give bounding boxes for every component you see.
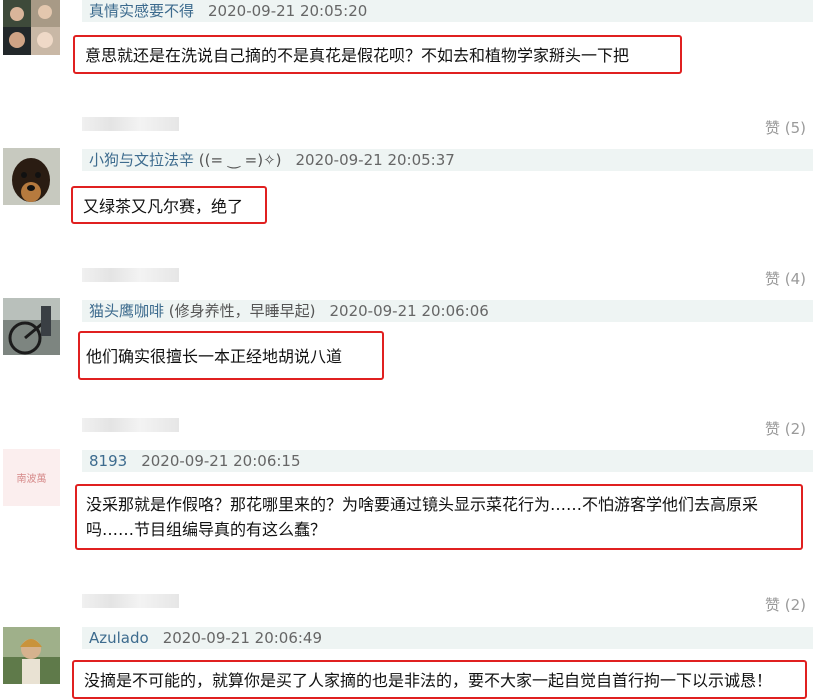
timestamp: 2020-09-21 20:05:37 bbox=[295, 151, 455, 169]
like-button[interactable]: 赞 (2) bbox=[765, 418, 806, 439]
comment-text-box: 他们确实很擅长一本正经地胡说八道 bbox=[78, 331, 384, 380]
blurred-username bbox=[82, 268, 179, 282]
comment-text-box: 没摘是不可能的，就算你是买了人家摘的也是非法的，要不大家一起自觉自首行拘一下以示… bbox=[72, 660, 807, 699]
timestamp: 2020-09-21 20:06:15 bbox=[141, 452, 301, 470]
timestamp: 2020-09-21 20:05:20 bbox=[208, 2, 368, 20]
comment-meta: 8193 2020-09-21 20:06:15 bbox=[82, 450, 813, 472]
avatar[interactable] bbox=[3, 627, 60, 684]
username-link[interactable]: 猫头鹰咖啡 bbox=[82, 302, 164, 320]
username-link[interactable]: Azulado bbox=[82, 629, 149, 647]
comment-text-box: 没采那就是作假咯？那花哪里来的？为啥要通过镜头显示菜花行为……不怕游客学他们去高… bbox=[75, 484, 803, 550]
avatar-text: 南波萬 bbox=[16, 474, 47, 485]
like-button[interactable]: 赞 (4) bbox=[765, 268, 806, 289]
like-button[interactable]: 赞 (2) bbox=[765, 594, 806, 615]
comment-meta: 猫头鹰咖啡 (修身养性，早睡早起) 2020-09-21 20:06:06 bbox=[82, 300, 813, 322]
comment-text-box: 又绿茶又凡尔赛，绝了 bbox=[71, 186, 267, 224]
comment-text: 没采那就是作假咯？那花哪里来的？为啥要通过镜头显示菜花行为……不怕游客学他们去高… bbox=[86, 495, 759, 539]
blurred-username bbox=[82, 594, 179, 608]
user-bio: ((= ‿ =)✧) bbox=[194, 151, 282, 169]
avatar[interactable] bbox=[3, 148, 60, 205]
blurred-username bbox=[82, 117, 179, 131]
user-bio: (修身养性，早睡早起) bbox=[164, 302, 316, 320]
comment-text: 没摘是不可能的，就算你是买了人家摘的也是非法的，要不大家一起自觉自首行拘一下以示… bbox=[84, 671, 773, 690]
comment-text: 他们确实很擅长一本正经地胡说八道 bbox=[86, 347, 343, 366]
blurred-username bbox=[82, 418, 179, 432]
username-link[interactable]: 8193 bbox=[82, 452, 127, 470]
like-button[interactable]: 赞 (5) bbox=[765, 117, 806, 138]
timestamp: 2020-09-21 20:06:49 bbox=[162, 629, 323, 647]
username-link[interactable]: 小狗与文拉法辛 bbox=[82, 151, 194, 169]
comment-meta: Azulado 2020-09-21 20:06:49 bbox=[82, 627, 813, 649]
timestamp: 2020-09-21 20:06:06 bbox=[329, 302, 489, 320]
avatar[interactable]: 南波萬 bbox=[3, 449, 60, 506]
comment-meta: 真情实感要不得 2020-09-21 20:05:20 bbox=[82, 0, 813, 22]
avatar[interactable] bbox=[3, 0, 60, 55]
comment-text: 意思就还是在洗说自己摘的不是真花是假花呗？不如去和植物学家掰头一下把 bbox=[85, 46, 630, 65]
comment-meta: 小狗与文拉法辛 ((= ‿ =)✧) 2020-09-21 20:05:37 bbox=[82, 149, 813, 171]
comment-text: 又绿茶又凡尔赛，绝了 bbox=[83, 197, 244, 216]
avatar[interactable] bbox=[3, 298, 60, 355]
comment-text-box: 意思就还是在洗说自己摘的不是真花是假花呗？不如去和植物学家掰头一下把 bbox=[73, 35, 682, 74]
username-link[interactable]: 真情实感要不得 bbox=[82, 2, 194, 20]
